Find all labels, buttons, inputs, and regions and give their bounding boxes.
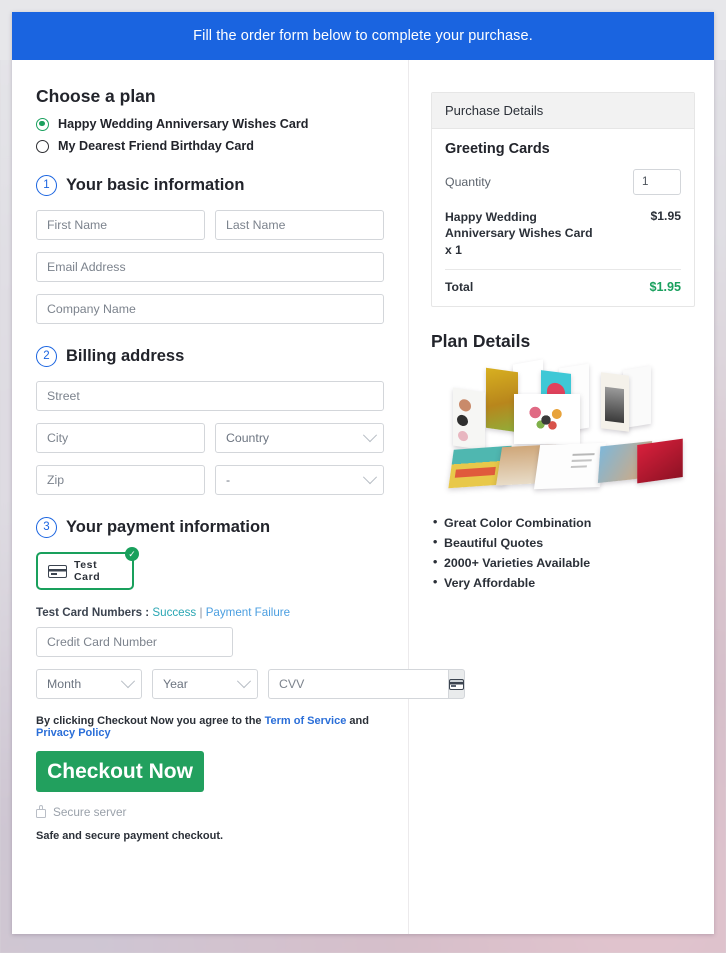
first-name-input[interactable] xyxy=(36,210,205,240)
chevron-down-icon xyxy=(236,674,252,689)
step-number-badge: 1 xyxy=(36,175,57,196)
summary-column: Purchase Details Greeting Cards Quantity… xyxy=(409,60,714,934)
line-item-row: Happy Wedding Anniversary Wishes Card x … xyxy=(445,209,682,271)
company-field-row xyxy=(36,294,384,324)
chevron-down-icon xyxy=(362,428,378,443)
checkout-card: Fill the order form below to complete yo… xyxy=(12,12,714,934)
plan-option-anniversary[interactable]: Happy Wedding Anniversary Wishes Card xyxy=(36,117,384,131)
purchase-details-body: Greeting Cards Quantity Happy Wedding An… xyxy=(432,129,694,306)
step-basic-information: 1 Your basic information xyxy=(36,175,384,196)
checkout-now-button[interactable]: Checkout Now xyxy=(36,751,204,792)
line-item-price: $1.95 xyxy=(650,209,682,223)
credit-card-icon xyxy=(48,564,67,578)
card-open-message xyxy=(533,443,607,490)
chevron-down-icon xyxy=(120,674,136,689)
name-field-row xyxy=(36,210,384,240)
credit-card-number-input[interactable] xyxy=(36,627,233,657)
total-row: Total $1.95 xyxy=(445,270,681,294)
test-card-numbers-line: Test Card Numbers : Success | Payment Fa… xyxy=(36,606,384,619)
success-test-card-link[interactable]: Success xyxy=(152,606,196,619)
check-circle-icon: ✓ xyxy=(125,547,139,561)
test-numbers-prefix: Test Card Numbers : xyxy=(36,606,153,619)
chevron-down-icon xyxy=(362,470,378,485)
step-title: Your basic information xyxy=(66,176,245,194)
checkout-body: Choose a plan Happy Wedding Anniversary … xyxy=(12,60,714,934)
step-billing-address: 2 Billing address xyxy=(36,346,384,367)
street-field-row xyxy=(36,381,384,411)
promo-banner-text: Fill the order form below to complete yo… xyxy=(193,28,533,44)
test-card-method-tile[interactable]: Test Card ✓ xyxy=(36,547,139,590)
street-input[interactable] xyxy=(36,381,384,411)
expiry-month-select[interactable]: Month xyxy=(36,669,142,699)
greeting-cards-image xyxy=(448,359,695,502)
email-field-row xyxy=(36,252,384,282)
step-number-badge: 3 xyxy=(36,517,57,538)
privacy-policy-link[interactable]: Privacy Policy xyxy=(36,727,111,739)
last-name-input[interactable] xyxy=(215,210,384,240)
total-value: $1.95 xyxy=(649,280,681,295)
link-separator: | xyxy=(196,606,206,619)
expiry-cvv-row: Month Year xyxy=(36,669,465,699)
step-number-badge: 2 xyxy=(36,346,57,367)
term-of-service-link[interactable]: Term of Service xyxy=(265,715,347,727)
country-select-value: Country xyxy=(226,431,270,445)
safe-checkout-note: Safe and secure payment checkout. xyxy=(36,830,224,842)
terms-middle: and xyxy=(346,715,369,727)
plan-option-label: Happy Wedding Anniversary Wishes Card xyxy=(58,117,309,131)
plan-feature-item: Beautiful Quotes xyxy=(431,535,695,550)
email-input[interactable] xyxy=(36,252,384,282)
plan-details-heading: Plan Details xyxy=(431,331,531,352)
expiry-year-select[interactable]: Year xyxy=(152,669,258,699)
radio-icon-unselected[interactable] xyxy=(36,139,49,153)
payment-failure-test-card-link[interactable]: Payment Failure xyxy=(206,606,290,619)
total-label: Total xyxy=(445,280,474,295)
expiry-year-value: Year xyxy=(163,677,188,691)
plan-option-label: My Dearest Friend Birthday Card xyxy=(58,139,254,153)
step-title: Billing address xyxy=(66,347,185,365)
state-select[interactable]: - xyxy=(215,465,384,495)
quantity-input[interactable] xyxy=(633,169,681,195)
line-item-name: Happy Wedding Anniversary Wishes Card x … xyxy=(445,210,593,257)
radio-icon-selected[interactable] xyxy=(36,117,49,131)
order-form-column: Choose a plan Happy Wedding Anniversary … xyxy=(12,60,465,934)
plan-feature-list: Great Color Combination Beautiful Quotes… xyxy=(431,515,695,590)
lock-icon xyxy=(36,805,46,818)
zip-input[interactable] xyxy=(36,465,205,495)
secure-server-row: Secure server xyxy=(36,805,384,819)
quantity-row: Quantity xyxy=(445,169,681,195)
promo-banner: Fill the order form below to complete yo… xyxy=(12,12,714,60)
secure-server-label: Secure server xyxy=(53,805,127,819)
product-title: Greeting Cards xyxy=(445,141,550,157)
city-input[interactable] xyxy=(36,423,205,453)
terms-agreement-text: By clicking Checkout Now you agree to th… xyxy=(36,715,384,739)
card-couple-photo xyxy=(601,372,629,433)
company-name-input[interactable] xyxy=(36,294,384,324)
state-select-value: - xyxy=(226,473,231,487)
step-payment-information: 3 Your payment information xyxy=(36,517,384,538)
step-title: Your payment information xyxy=(66,518,271,536)
test-card-label: Test Card xyxy=(74,559,101,583)
quantity-label: Quantity xyxy=(445,175,491,189)
zip-state-row: - xyxy=(36,465,384,495)
plan-option-birthday[interactable]: My Dearest Friend Birthday Card xyxy=(36,139,384,153)
cvv-field-group xyxy=(268,669,465,699)
plan-feature-item: Very Affordable xyxy=(431,575,695,590)
purchase-details-title: Purchase Details xyxy=(432,93,694,129)
plan-feature-item: Great Color Combination xyxy=(431,515,695,530)
country-select[interactable]: Country xyxy=(215,423,384,453)
card-center-wreath xyxy=(514,394,580,445)
plan-feature-item: 2000+ Varieties Available xyxy=(431,555,695,570)
card-number-row xyxy=(36,627,384,657)
terms-prefix: By clicking Checkout Now you agree to th… xyxy=(36,715,265,727)
purchase-details-panel: Purchase Details Greeting Cards Quantity… xyxy=(431,92,695,308)
choose-plan-heading: Choose a plan xyxy=(36,86,156,106)
credit-card-back-icon xyxy=(449,678,464,690)
city-country-row: Country xyxy=(36,423,384,453)
card-red-rose xyxy=(637,439,683,484)
expiry-month-value: Month xyxy=(47,677,82,691)
card-panda-baby xyxy=(453,387,485,451)
